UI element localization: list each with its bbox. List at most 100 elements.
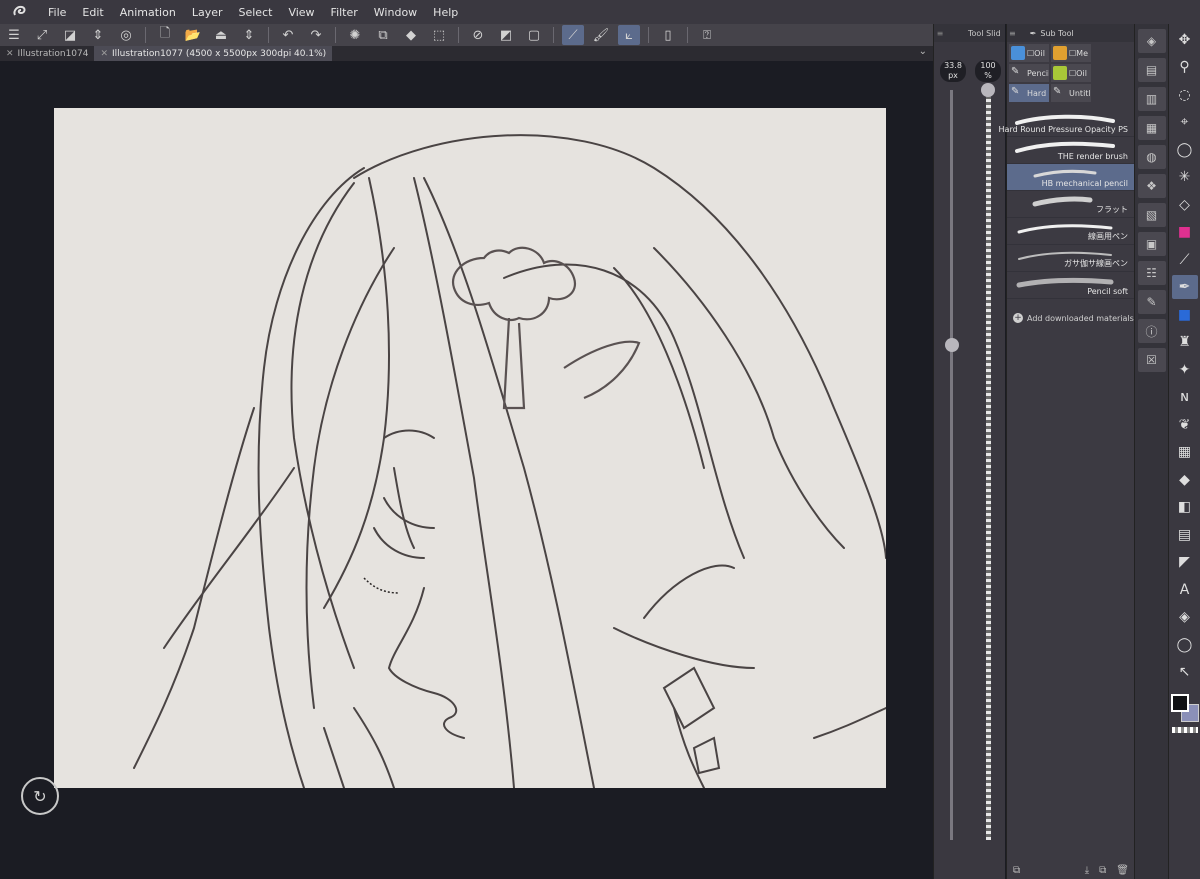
close-icon[interactable]: ✕ xyxy=(6,49,14,59)
text-icon[interactable]: A xyxy=(1172,578,1198,602)
blue-brush-icon[interactable]: ■ xyxy=(1172,303,1198,327)
reorder-icon[interactable]: ⇕ xyxy=(87,25,109,45)
brush-item[interactable]: フラット xyxy=(1007,191,1134,218)
panel-menu-icon[interactable]: ≡ xyxy=(1009,29,1016,38)
brush-item[interactable]: HB mechanical pencil xyxy=(1007,164,1134,191)
menu-filter[interactable]: Filter xyxy=(323,6,366,19)
sub-tool-group-oil-2[interactable]: ☐Oil xyxy=(1051,64,1091,82)
magenta-brush-icon[interactable]: ■ xyxy=(1172,220,1198,244)
layer-property-icon[interactable]: ▥ xyxy=(1137,87,1166,111)
tab-illustration1077[interactable]: ✕ Illustration1077 (4500 x 5500px 300dpi… xyxy=(94,46,333,61)
brush-icon[interactable]: 🖌 xyxy=(590,25,612,45)
sub-tool-settings-icon[interactable]: ⧉ xyxy=(1013,865,1020,876)
stabilize-icon[interactable]: ⟋ xyxy=(562,25,584,45)
decoration-icon[interactable]: ✦ xyxy=(1172,358,1198,382)
brush-item[interactable]: THE render brush xyxy=(1007,137,1134,164)
menu-file[interactable]: File xyxy=(40,6,74,19)
color-wheel-icon[interactable]: ◍ xyxy=(1137,145,1166,169)
new-file-icon[interactable]: 🗋 xyxy=(154,25,176,45)
zoom-icon[interactable]: ⚲ xyxy=(1172,55,1198,79)
tab-illustration1074[interactable]: ✕ Illustration1074 xyxy=(0,46,94,61)
eraser-icon[interactable]: ◇ xyxy=(1172,193,1198,217)
brush-item[interactable]: ガサ伽サ線画ペン xyxy=(1007,245,1134,272)
clear-layer-icon[interactable]: ▢ xyxy=(523,25,545,45)
menu-window[interactable]: Window xyxy=(366,6,425,19)
menu-edit[interactable]: Edit xyxy=(74,6,111,19)
brush-item[interactable]: Pencil soft xyxy=(1007,272,1134,299)
layers-icon[interactable]: ◈ xyxy=(1137,29,1166,53)
drawing-canvas[interactable] xyxy=(54,108,886,788)
gradient-icon[interactable]: ◧ xyxy=(1172,495,1198,519)
history-icon[interactable]: ▧ xyxy=(1137,203,1166,227)
move-icon[interactable]: ✥ xyxy=(1172,28,1198,52)
new-layer-icon[interactable]: ◪ xyxy=(59,25,81,45)
rotate-icon[interactable]: ◌ xyxy=(1172,83,1198,107)
ruler-icon[interactable]: ⟀ xyxy=(618,25,640,45)
color-swatches[interactable] xyxy=(1170,694,1199,724)
brush-item[interactable]: 線画用ペン xyxy=(1007,218,1134,245)
device-icon[interactable]: ▯ xyxy=(657,25,679,45)
brush-size-slider-thumb[interactable] xyxy=(945,338,959,352)
frame-icon[interactable]: ▤ xyxy=(1172,523,1198,547)
ruler-tool-icon[interactable]: ◤ xyxy=(1172,550,1198,574)
canvas-area[interactable]: ↻ xyxy=(0,61,933,879)
app-logo-icon[interactable] xyxy=(0,5,40,19)
reorder-icon[interactable]: ⇕ xyxy=(238,25,260,45)
reference-icon[interactable]: ◎ xyxy=(115,25,137,45)
grid-icon[interactable]: ▦ xyxy=(1172,440,1198,464)
export-icon[interactable]: ⏏ xyxy=(210,25,232,45)
menu-view[interactable]: View xyxy=(280,6,322,19)
material-icon[interactable]: ▦ xyxy=(1137,116,1166,140)
brush-size-slider[interactable] xyxy=(950,90,953,840)
sub-tool-group-pencil[interactable]: ✎ Pencil xyxy=(1009,64,1049,82)
open-file-icon[interactable]: 📂 xyxy=(182,25,204,45)
brush-item[interactable]: Hard Round Pressure Opacity PS xyxy=(999,110,1134,137)
object-select-icon[interactable]: ⌖ xyxy=(1172,110,1198,134)
menu-select[interactable]: Select xyxy=(231,6,281,19)
search-layer-icon[interactable]: ▣ xyxy=(1137,232,1166,256)
menu-animation[interactable]: Animation xyxy=(112,6,184,19)
help-icon[interactable]: ⍰ xyxy=(696,25,718,45)
info-icon[interactable]: ⓘ xyxy=(1137,319,1166,343)
correct-line-icon[interactable]: ↖ xyxy=(1172,660,1198,684)
menu-help[interactable]: Help xyxy=(425,6,466,19)
blend-icon[interactable]: ❦ xyxy=(1172,413,1198,437)
chevron-down-icon[interactable]: ⌄ xyxy=(919,46,927,57)
trash-icon[interactable]: 🗑 xyxy=(1116,865,1129,876)
opacity-slider-thumb[interactable] xyxy=(981,83,995,97)
lasso-icon[interactable]: ◯ xyxy=(1172,138,1198,162)
fill-bucket-icon[interactable]: ◈ xyxy=(1172,605,1198,629)
clear-icon[interactable]: ⊘ xyxy=(467,25,489,45)
opacity-slider[interactable] xyxy=(986,90,991,840)
rotate-view-icon[interactable]: ↻ xyxy=(21,777,59,815)
menu-icon[interactable]: ☰ xyxy=(3,25,25,45)
close-icon[interactable]: ✕ xyxy=(100,49,108,59)
copy-icon[interactable]: ⧉ xyxy=(372,25,394,45)
pen-icon[interactable]: ✒ xyxy=(1171,275,1198,299)
fill-icon[interactable]: ◆ xyxy=(400,25,422,45)
vector-icon[interactable]: ɴ xyxy=(1172,385,1198,409)
foreground-color-swatch[interactable] xyxy=(1170,694,1189,712)
brush-size-icon[interactable]: ✎ xyxy=(1137,290,1166,314)
brush-size-readout[interactable]: 33.8 px xyxy=(940,60,966,82)
sub-tool-group-untitled[interactable]: ✎ Untitl xyxy=(1051,84,1091,102)
eraser-2-icon[interactable]: ◆ xyxy=(1172,468,1198,492)
close-panel-icon[interactable]: ☒ xyxy=(1137,348,1166,372)
menu-layer[interactable]: Layer xyxy=(184,6,231,19)
add-downloaded-materials[interactable]: + Add downloaded materials xyxy=(1007,313,1134,323)
color-set-icon[interactable]: ❖ xyxy=(1137,174,1166,198)
tool-property-icon[interactable]: ☷ xyxy=(1137,261,1166,285)
eyedropper-icon[interactable]: ⟋ xyxy=(1172,248,1198,272)
balloon-icon[interactable]: ◯ xyxy=(1172,633,1198,657)
loading-icon[interactable]: ✺ xyxy=(344,25,366,45)
transparent-color-swatch[interactable] xyxy=(1171,727,1198,733)
undo-icon[interactable]: ↶ xyxy=(277,25,299,45)
redo-icon[interactable]: ↷ xyxy=(305,25,327,45)
download-icon[interactable]: ⤓ xyxy=(1085,865,1089,876)
sub-tool-group-oil-1[interactable]: ☐Oil xyxy=(1009,44,1049,62)
transform-icon[interactable]: ⬚ xyxy=(428,25,450,45)
navigator-icon[interactable]: ▤ xyxy=(1137,58,1166,82)
sub-tool-group-hard[interactable]: ✎ Hard xyxy=(1009,84,1049,102)
invert-icon[interactable]: ◩ xyxy=(495,25,517,45)
airbrush-icon[interactable]: ♜ xyxy=(1172,330,1198,354)
